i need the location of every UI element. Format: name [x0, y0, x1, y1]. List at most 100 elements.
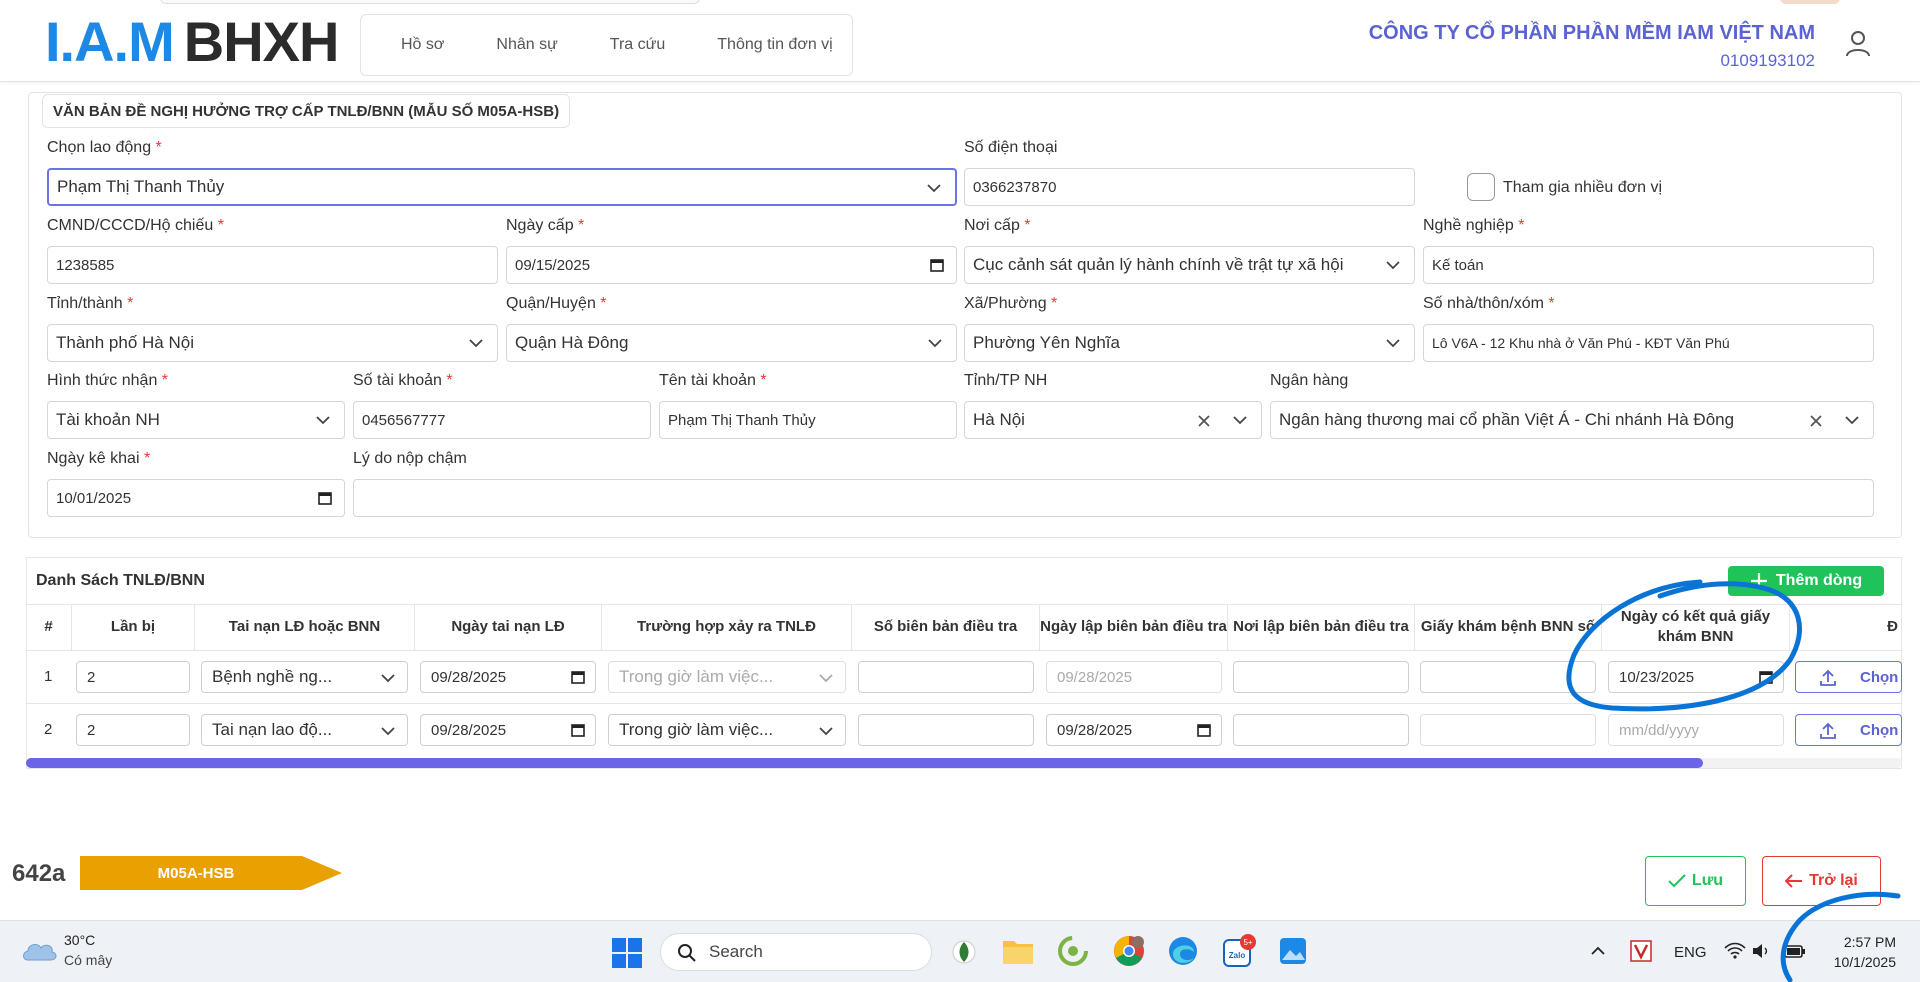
phone-label: Số điện thoại — [964, 139, 1058, 156]
worker-select[interactable]: Phạm Thị Thanh Thủy — [47, 168, 957, 206]
row-2-report-no-input[interactable] — [858, 714, 1034, 746]
add-row-button[interactable]: Thêm dòng — [1728, 566, 1884, 596]
row-1-type-select[interactable]: Bệnh nghề ng... — [201, 661, 408, 693]
issue-place-select[interactable]: Cục cảnh sát quản lý hành chính về trật … — [964, 246, 1415, 284]
calendar-icon[interactable] — [571, 723, 585, 737]
green-app-icon[interactable] — [1058, 936, 1088, 966]
language-indicator[interactable]: ENG — [1674, 944, 1707, 961]
calendar-icon[interactable] — [571, 670, 585, 684]
calendar-icon[interactable] — [1197, 723, 1211, 737]
nav-item-tra-cuu[interactable]: Tra cứu — [610, 36, 665, 54]
account-no-input[interactable]: 0456567777 — [353, 401, 651, 439]
chevron-down-icon — [381, 727, 395, 736]
photos-icon[interactable] — [1278, 936, 1308, 966]
taskbar-clock[interactable]: 2:57 PM 10/1/2025 — [1820, 932, 1896, 972]
row-2-report-place-input[interactable] — [1233, 714, 1409, 746]
row-1-report-date-value: 09/28/2025 — [1057, 668, 1133, 686]
row-1-times-value: 2 — [87, 668, 96, 686]
bank-select[interactable]: Ngân hàng thương mai cổ phần Việt Á - Ch… — [1270, 401, 1874, 439]
cloud-weather-icon[interactable] — [20, 936, 58, 962]
issue-date-label-text: Ngày cấp — [506, 217, 574, 234]
row-2-choose-file-button[interactable]: Chọn — [1795, 714, 1902, 746]
row-2-result-date-input[interactable]: mm/dd/yyyy — [1608, 714, 1784, 746]
ward-select[interactable]: Phường Yên Nghĩa — [964, 324, 1415, 362]
row-1-times-input[interactable]: 2 — [76, 661, 190, 693]
row-1-choose-file-button[interactable]: Chọn — [1795, 661, 1902, 693]
chrome-icon[interactable] — [1112, 934, 1146, 968]
back-button[interactable]: Trở lại — [1762, 856, 1881, 906]
job-input[interactable]: Kế toán — [1423, 246, 1874, 284]
volume-icon[interactable] — [1752, 943, 1770, 959]
row-1-exam-no-input[interactable] — [1420, 661, 1596, 693]
row-2-case-select[interactable]: Trong giờ làm việc... — [608, 714, 846, 746]
late-reason-input[interactable] — [353, 479, 1874, 517]
bank-label: Ngân hàng — [1270, 372, 1349, 389]
leaf-app-icon[interactable] — [952, 936, 976, 968]
district-select[interactable]: Quận Hà Đông — [506, 324, 957, 362]
district-label-text: Quận/Huyện — [506, 295, 596, 312]
row-2-times-value: 2 — [87, 721, 96, 739]
row-1-result-date-value: 10/23/2025 — [1619, 668, 1695, 686]
row-2-accident-date-input[interactable]: 09/28/2025 — [420, 714, 596, 746]
zalo-icon[interactable]: Zalo 5+ — [1222, 934, 1256, 968]
nav-item-ho-so[interactable]: Hồ sơ — [401, 36, 444, 54]
row-1-report-place-input[interactable] — [1233, 661, 1409, 693]
id-input[interactable]: 1238585 — [47, 246, 498, 284]
red-v-app-icon[interactable] — [1630, 940, 1652, 962]
edge-icon[interactable] — [1168, 936, 1198, 966]
declare-date-input[interactable]: 10/01/2025 — [47, 479, 345, 517]
nav-item-thong-tin-don-vi[interactable]: Thông tin đơn vị — [717, 36, 832, 54]
calendar-icon[interactable] — [1759, 670, 1773, 684]
col-header-report-date: Ngày lập biên bản điều tra — [1040, 604, 1228, 650]
bank-province-select[interactable]: Hà Nội — [964, 401, 1262, 439]
row-2-case-value: Trong giờ làm việc... — [619, 720, 774, 739]
chevron-up-icon[interactable] — [1590, 944, 1606, 958]
row-2-times-input[interactable]: 2 — [76, 714, 190, 746]
wifi-icon[interactable] — [1724, 942, 1746, 960]
row-1-case-select[interactable]: Trong giờ làm việc... — [608, 661, 846, 693]
required-mark: * — [1548, 295, 1555, 312]
nav-item-nhan-su[interactable]: Nhân sự — [496, 36, 557, 54]
battery-icon[interactable] — [1784, 942, 1806, 960]
folder-icon[interactable] — [1002, 936, 1034, 966]
row-2-choose-label: Chọn — [1860, 721, 1899, 739]
receive-method-select[interactable]: Tài khoản NH — [47, 401, 345, 439]
clear-icon[interactable] — [1809, 414, 1823, 428]
calendar-icon[interactable] — [930, 258, 944, 272]
arrow-left-icon — [1785, 874, 1803, 888]
row-1-report-date-input[interactable]: 09/28/2025 — [1046, 661, 1222, 693]
row-1-report-no-input[interactable] — [858, 661, 1034, 693]
province-select[interactable]: Thành phố Hà Nội — [47, 324, 498, 362]
issue-place-value: Cục cảnh sát quản lý hành chính về trật … — [973, 255, 1344, 274]
main-nav: Hồ sơ Nhân sự Tra cứu Thông tin đơn vị — [360, 14, 853, 76]
row-2-exam-no-input[interactable] — [1420, 714, 1596, 746]
user-icon[interactable] — [1843, 28, 1873, 58]
logo[interactable]: I.A.M BHXH — [45, 14, 339, 70]
account-name-input[interactable]: Phạm Thị Thanh Thủy — [659, 401, 957, 439]
phone-input[interactable]: 0366237870 — [964, 168, 1415, 206]
calendar-icon[interactable] — [318, 491, 332, 505]
save-button[interactable]: Lưu — [1645, 856, 1746, 906]
row-1-result-date-input[interactable]: 10/23/2025 — [1608, 661, 1784, 693]
search-placeholder: Search — [709, 942, 763, 961]
issue-date-input[interactable]: 09/15/2025 — [506, 246, 957, 284]
clear-icon[interactable] — [1197, 414, 1211, 428]
worker-label: Chọn lao động * — [47, 139, 162, 157]
account-name-label-text: Tên tài khoản — [659, 372, 756, 389]
row-1-type-value: Bệnh nghề ng... — [212, 667, 333, 686]
multi-unit-checkbox[interactable] — [1467, 173, 1495, 201]
bank-province-value: Hà Nội — [973, 410, 1025, 429]
windows-start-icon[interactable] — [612, 938, 642, 968]
ward-label-text: Xã/Phường — [964, 295, 1047, 312]
job-label: Nghề nghiệp * — [1423, 217, 1524, 235]
chevron-down-icon — [1845, 416, 1859, 425]
address-input[interactable]: Lô V6A - 12 Khu nhà ở Văn Phú - KĐT Văn … — [1423, 324, 1874, 362]
table-scrollbar-thumb[interactable] — [26, 758, 1703, 768]
row-2-report-date-input[interactable]: 09/28/2025 — [1046, 714, 1222, 746]
header-bottom-line — [26, 650, 1902, 651]
taskbar-search[interactable]: Search — [660, 933, 932, 971]
header: I.A.M BHXH Hồ sơ Nhân sự Tra cứu Thông t… — [0, 0, 1920, 82]
col-header-exam-no: Giấy khám bệnh BNN số — [1415, 604, 1602, 650]
row-2-type-select[interactable]: Tai nạn lao độ... — [201, 714, 408, 746]
row-1-accident-date-input[interactable]: 09/28/2025 — [420, 661, 596, 693]
